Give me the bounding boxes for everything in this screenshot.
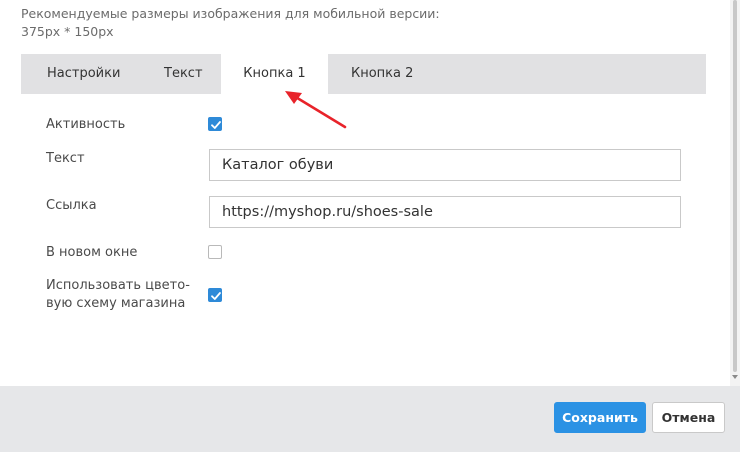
activity-checkbox[interactable] (208, 117, 222, 131)
new-window-checkbox[interactable] (208, 245, 222, 259)
link-input[interactable] (209, 196, 681, 228)
hint-line-2: 375px * 150px (21, 24, 114, 39)
text-input[interactable] (209, 149, 681, 181)
store-colors-label-line-1: Использовать цвето- (46, 278, 190, 293)
image-size-hint: Рекомендуемые размеры изображения для мо… (21, 5, 440, 41)
hint-line-1: Рекомендуемые размеры изображения для мо… (21, 6, 440, 21)
vertical-scrollbar[interactable] (730, 0, 740, 386)
new-window-label: В новом окне (46, 245, 138, 260)
save-button[interactable]: Сохранить (554, 402, 646, 433)
store-colors-label: Использовать цвето- вую схему магазина (46, 277, 190, 313)
red-arrow-annotation-icon (285, 91, 347, 129)
tab-settings[interactable]: Настройки (47, 54, 120, 94)
check-icon (211, 121, 221, 129)
tab-bar: Настройки Текст Кнопка 1 Кнопка 2 (21, 54, 706, 97)
link-label: Ссылка (46, 198, 97, 213)
scroll-down-arrow-icon[interactable] (732, 375, 738, 379)
tab-button-2[interactable]: Кнопка 2 (351, 54, 413, 94)
cancel-button[interactable]: Отмена (652, 402, 725, 433)
activity-label: Активность (46, 117, 126, 132)
tab-text[interactable]: Текст (164, 54, 203, 94)
store-colors-checkbox[interactable] (208, 288, 222, 302)
scrollbar-thumb[interactable] (733, 0, 737, 372)
settings-modal: Рекомендуемые размеры изображения для мо… (0, 0, 730, 386)
text-label: Текст (46, 151, 85, 166)
store-colors-label-line-2: вую схему магазина (46, 296, 186, 311)
check-icon (211, 292, 221, 300)
